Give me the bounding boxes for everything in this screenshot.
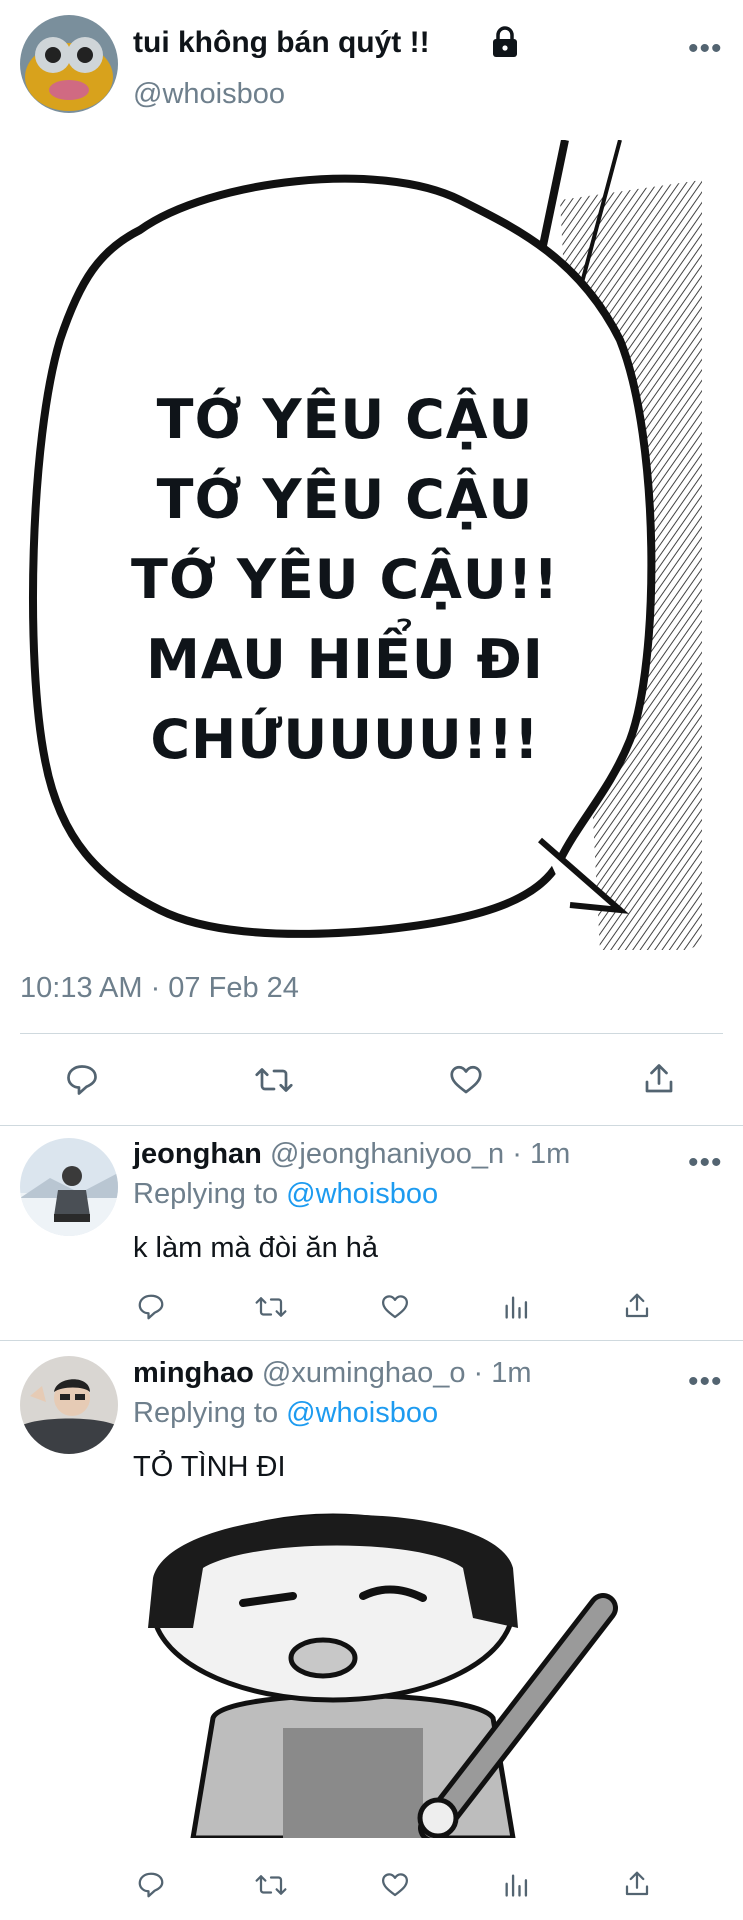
reply-author-name[interactable]: jeonghan [133,1138,262,1170]
more-horizontal-icon[interactable]: ••• [688,1148,723,1178]
share-icon[interactable] [622,1290,652,1322]
bubble-text: TỚ YÊU CẬU TỚ YÊU CẬU TỚ YÊU CẬU!! MAU H… [130,380,560,780]
lock-icon [490,26,520,58]
reply-author-handle[interactable]: @jeonghaniyoo_n [270,1138,504,1170]
display-name[interactable]: tui không bán quýt !! [133,26,430,60]
reply-author-name[interactable]: minghao [133,1357,254,1389]
retweet-icon[interactable] [254,1870,288,1900]
bubble-line: TỚ YÊU CẬU [156,388,534,451]
reply-icon[interactable] [64,1062,100,1098]
divider [0,1340,743,1341]
timestamp[interactable]: 10:13 AM · 07 Feb 24 [20,972,299,1005]
bubble-line: CHỨUUUU!!! [150,708,540,771]
reply-icon[interactable] [136,1870,166,1900]
divider [0,1125,743,1126]
bubble-line: TỚ YÊU CẬU!! [131,548,559,611]
retweet-icon[interactable] [254,1062,294,1098]
more-horizontal-icon[interactable]: ••• [688,34,723,64]
handle[interactable]: @whoisboo [133,78,285,111]
replying-to: Replying to @whoisboo [133,1178,438,1211]
reply-header: minghao @xuminghao_o · 1m [133,1357,532,1390]
reply-text: k làm mà đòi ăn hả [133,1232,379,1264]
like-icon[interactable] [379,1870,411,1900]
analytics-icon[interactable] [502,1870,530,1900]
retweet-icon[interactable] [254,1292,288,1322]
share-icon[interactable] [641,1060,677,1098]
reply-time[interactable]: · 1m [474,1357,532,1389]
bubble-line: MAU HIỂU ĐI [146,628,544,691]
avatar[interactable] [20,1138,118,1236]
reply-image[interactable] [133,1508,703,1838]
reply-icon[interactable] [136,1292,166,1322]
like-icon[interactable] [379,1292,411,1322]
replying-to-link[interactable]: @whoisboo [286,1397,438,1429]
bubble-line: TỚ YÊU CẬU [156,468,534,531]
analytics-icon[interactable] [502,1292,530,1322]
replying-to: Replying to @whoisboo [133,1397,438,1430]
replying-to-prefix: Replying to [133,1178,279,1210]
replying-to-prefix: Replying to [133,1397,279,1429]
divider [20,1033,723,1034]
replying-to-link[interactable]: @whoisboo [286,1178,438,1210]
avatar[interactable] [20,1356,118,1454]
reply-text: TỎ TÌNH ĐI [133,1451,286,1483]
share-icon[interactable] [622,1868,652,1900]
avatar[interactable] [20,15,118,113]
more-horizontal-icon[interactable]: ••• [688,1367,723,1397]
tweet-image[interactable]: TỚ YÊU CẬU TỚ YÊU CẬU TỚ YÊU CẬU!! MAU H… [20,140,702,950]
like-icon[interactable] [447,1062,485,1098]
reply-author-handle[interactable]: @xuminghao_o [262,1357,466,1389]
reply-header: jeonghan @jeonghaniyoo_n · 1m [133,1138,570,1171]
reply-time[interactable]: · 1m [512,1138,570,1170]
